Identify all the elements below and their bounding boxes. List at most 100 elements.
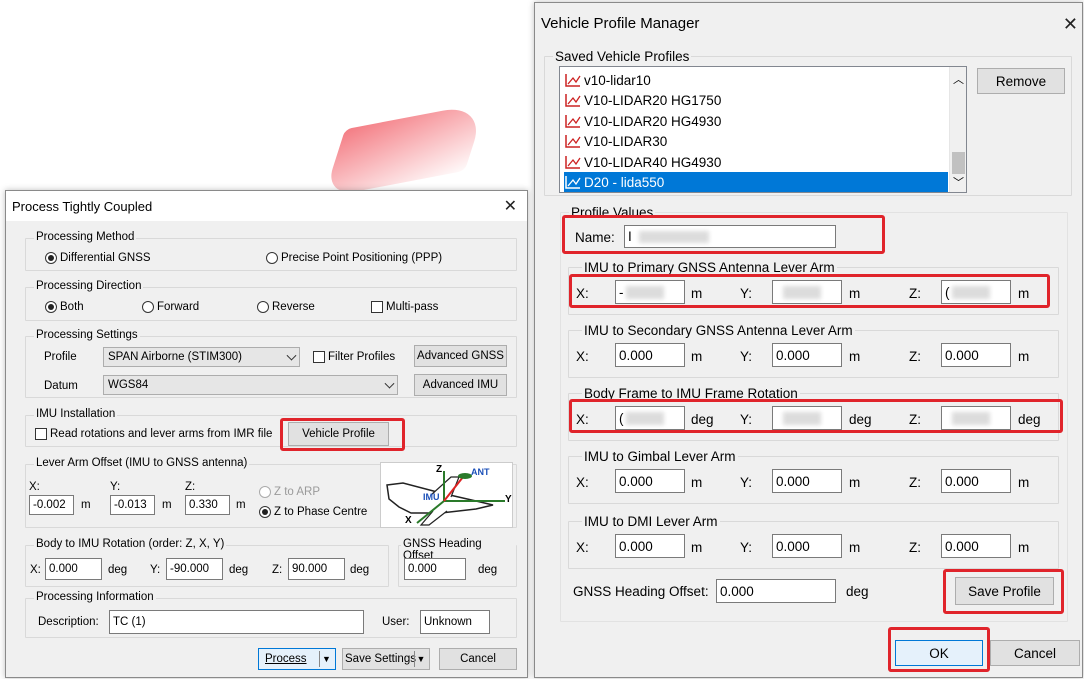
scroll-up-icon[interactable]: ︿ (953, 71, 964, 87)
chevron-down-icon (286, 350, 297, 361)
advanced-gnss-button[interactable]: Advanced GNSS (414, 345, 507, 367)
rot-y-input[interactable]: -90.000 (166, 558, 223, 580)
lever-y-label: Y: (110, 481, 121, 493)
rot-x-unit: deg (108, 564, 128, 576)
cancel-button[interactable]: Cancel (439, 648, 517, 670)
axis-x-input[interactable]: ( (615, 406, 685, 430)
axis-y-input[interactable] (772, 406, 842, 430)
vpm-cancel-button[interactable]: Cancel (990, 640, 1080, 666)
profile-list-item[interactable]: V10-LIDAR40 HG4930 (564, 152, 721, 172)
imu-installation-group: IMU Installation Read rotations and leve… (25, 408, 517, 447)
profile-list-item[interactable]: D20 - lida550 (564, 172, 948, 192)
axis-z-input[interactable]: 0.000 (941, 534, 1011, 558)
scroll-thumb[interactable] (952, 152, 965, 174)
close-icon[interactable]: ✕ (1063, 14, 1078, 35)
read-rotations-checkbox[interactable] (35, 428, 47, 440)
ok-button[interactable]: OK (895, 640, 983, 666)
profile-list-item[interactable]: V10-LIDAR30 (564, 131, 667, 151)
profile-list-item[interactable]: V10-LIDAR20 HG1750 (564, 90, 721, 110)
axis-y-value: 0.000 (776, 538, 810, 554)
profile-select[interactable]: SPAN Airborne (STIM300) (103, 347, 300, 367)
process-button[interactable]: Process ▼ (258, 648, 336, 670)
reverse-radio[interactable] (257, 301, 269, 313)
rot-x-input[interactable]: 0.000 (45, 558, 102, 580)
z-to-arp-radio[interactable] (259, 486, 271, 498)
save-settings-label: Save Settings (345, 653, 416, 665)
axis-x-unit: m (691, 286, 703, 301)
user-label: User: (382, 616, 410, 628)
body-rotation-group: Body to IMU Rotation (order: Z, X, Y) X:… (25, 538, 389, 587)
dropdown-arrow-icon[interactable]: ▼ (319, 651, 333, 667)
axis-x-input[interactable]: 0.000 (615, 469, 685, 493)
reverse-label: Reverse (272, 301, 315, 313)
z-to-phase-radio[interactable] (259, 506, 271, 518)
axis-z-unit: m (1018, 540, 1030, 555)
advanced-imu-button[interactable]: Advanced IMU (414, 374, 507, 396)
axis-z-input[interactable]: 0.000 (941, 469, 1011, 493)
group-label: Processing Information (34, 591, 156, 603)
vpm-gnss-heading-unit: deg (846, 584, 869, 599)
datum-value: WGS84 (108, 379, 149, 391)
vpm-gnss-heading-input[interactable]: 0.000 (716, 579, 836, 603)
lever-y-input[interactable]: -0.013 (110, 495, 155, 515)
diagram-imu-label: IMU (423, 492, 440, 502)
axis-z-value: 0.000 (945, 347, 979, 363)
rot-z-input[interactable]: 90.000 (288, 558, 345, 580)
profile-label: Profile (44, 351, 77, 363)
profile-list-item[interactable]: V10-LIDAR20 HG4930 (564, 111, 721, 131)
both-radio[interactable] (45, 301, 57, 313)
profile-list-item[interactable]: v10-lidar10 (564, 70, 651, 90)
axis-x-unit: m (691, 475, 703, 490)
redacted-value (783, 286, 821, 299)
differential-gnss-radio[interactable] (45, 252, 57, 264)
name-input[interactable]: I (624, 225, 836, 248)
forward-radio[interactable] (142, 301, 154, 313)
user-input[interactable]: Unknown (420, 610, 490, 634)
lever-x-input[interactable]: -0.002 (29, 495, 74, 515)
profile-list[interactable]: v10-lidar10 V10-LIDAR20 HG1750 V10-LIDAR20… (559, 66, 967, 193)
axis-x-input[interactable]: 0.000 (615, 343, 685, 367)
scroll-down-icon[interactable]: ﹀ (953, 174, 964, 190)
vehicle-profile-button[interactable]: Vehicle Profile (288, 422, 389, 446)
axis-y-unit: m (849, 286, 861, 301)
axis-y-input[interactable]: 0.000 (772, 534, 842, 558)
description-input[interactable]: TC (1) (109, 610, 364, 634)
datum-select[interactable]: WGS84 (103, 375, 398, 395)
close-icon[interactable]: ✕ (504, 196, 517, 216)
axis-y-label: Y: (740, 540, 753, 555)
axis-z-input[interactable] (941, 406, 1011, 430)
vehicle-profile-icon (564, 92, 582, 108)
axis-y-input[interactable]: 0.000 (772, 343, 842, 367)
group-label: IMU to Gimbal Lever Arm (582, 449, 738, 464)
axis-x-input[interactable]: 0.000 (615, 534, 685, 558)
remove-button[interactable]: Remove (977, 68, 1065, 94)
save-profile-button[interactable]: Save Profile (955, 577, 1054, 605)
axis-y-label: Y: (740, 475, 753, 490)
processing-direction-group: Processing Direction Both Forward Revers… (25, 280, 517, 321)
vehicle-profile-manager-dialog: Vehicle Profile Manager ✕ Saved Vehicle … (534, 2, 1083, 678)
save-settings-button[interactable]: Save Settings ▼ (342, 648, 430, 670)
filter-profiles-checkbox[interactable] (313, 351, 325, 363)
lever-z-input[interactable]: 0.330 (185, 495, 230, 515)
axis-z-value: 0.000 (945, 473, 979, 489)
diagram-z-label: Z (436, 464, 443, 475)
profile-list-scrollbar[interactable]: ︿ ﹀ (949, 67, 966, 192)
axis-x-value: - (619, 284, 624, 300)
gnss-heading-input[interactable]: 0.000 (404, 558, 466, 580)
ppp-radio[interactable] (266, 252, 278, 264)
axis-z-input[interactable]: 0.000 (941, 343, 1011, 367)
axis-z-label: Z: (909, 286, 921, 301)
axis-y-input[interactable]: 0.000 (772, 469, 842, 493)
axis-x-input[interactable]: - (615, 280, 685, 304)
dropdown-arrow-icon[interactable]: ▼ (414, 651, 427, 667)
vehicle-profile-icon (564, 154, 582, 170)
aircraft-axes-diagram: Z ANT IMU Y X (380, 462, 513, 528)
multi-pass-checkbox[interactable] (371, 301, 383, 313)
axis-x-value: 0.000 (619, 347, 653, 363)
axis-z-input[interactable]: ( (941, 280, 1011, 304)
axis-y-input[interactable] (772, 280, 842, 304)
axis-z-unit: deg (1018, 412, 1041, 427)
group-label: Processing Settings (34, 329, 140, 341)
diagram-ant-label: ANT (471, 467, 490, 477)
axis-z-value: ( (945, 284, 950, 300)
